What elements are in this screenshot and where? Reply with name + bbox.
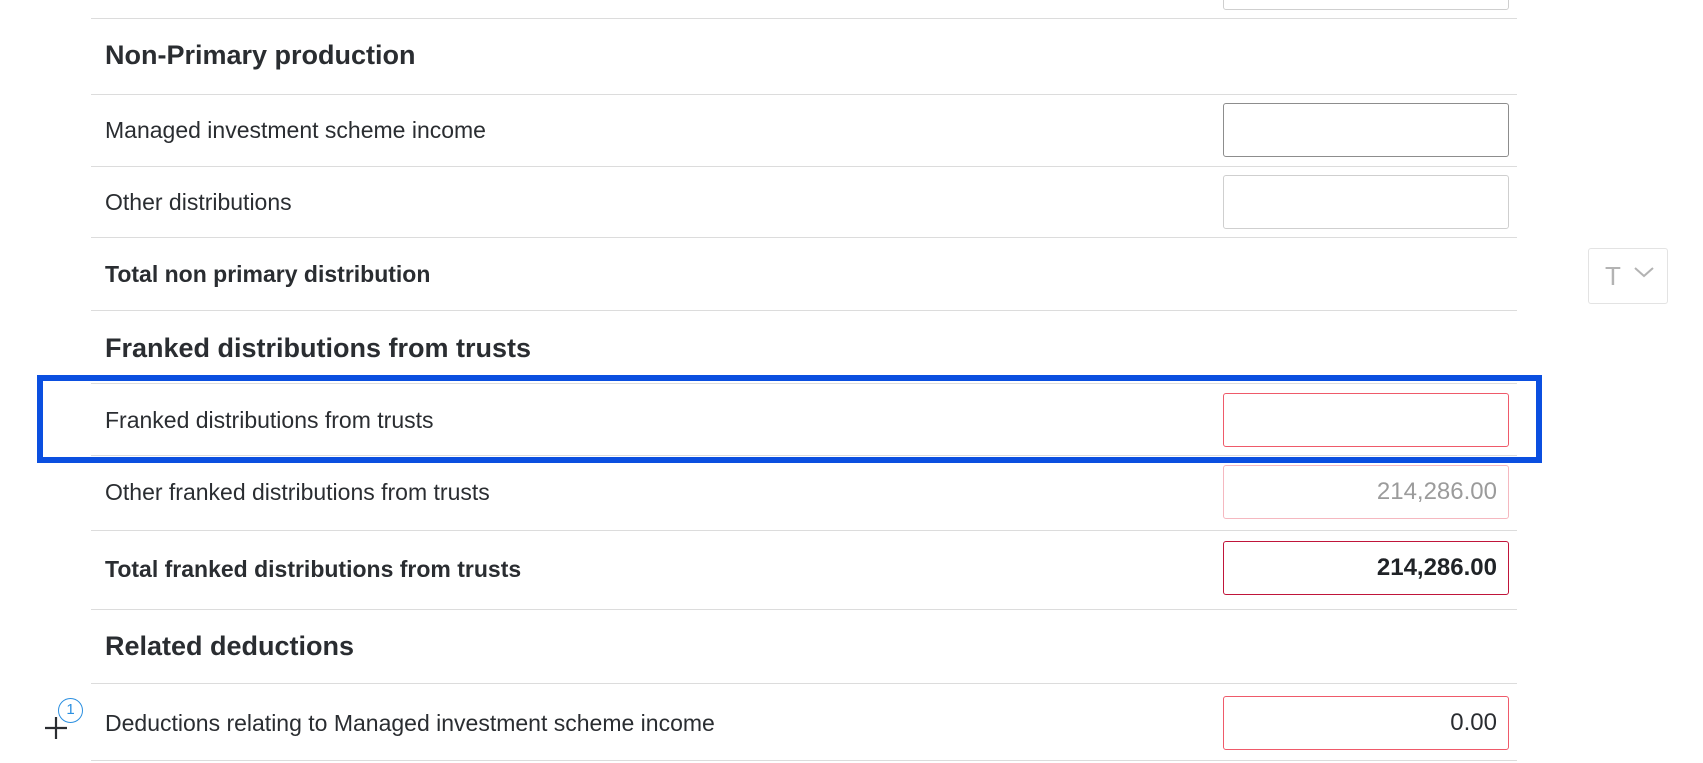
format-select-label: T (1605, 261, 1621, 291)
other-franked-distributions-input[interactable] (1223, 465, 1509, 519)
label-other-distributions: Other distributions (105, 189, 292, 215)
row-divider (91, 166, 1517, 167)
managed-investment-scheme-income-input[interactable] (1223, 103, 1509, 157)
comment-count-badge: 1 (58, 698, 83, 723)
row-divider (91, 760, 1517, 761)
add-comment-button[interactable]: 1 (40, 698, 90, 744)
label-total-non-primary-distribution: Total non primary distribution (105, 261, 431, 287)
label-other-franked-distributions: Other franked distributions from trusts (105, 479, 490, 505)
section-heading-related-deductions: Related deductions (105, 631, 355, 661)
chevron-down-icon (1634, 267, 1654, 278)
row-divider (91, 18, 1517, 19)
total-franked-distributions-value: 214,286.00 (1223, 541, 1509, 595)
section-heading-non-primary: Non-Primary production (105, 40, 416, 70)
row-divider (91, 94, 1517, 95)
other-distributions-input[interactable] (1223, 175, 1509, 229)
label-managed-investment-scheme-income: Managed investment scheme income (105, 117, 486, 143)
row-divider (91, 310, 1517, 311)
format-select[interactable]: T (1588, 248, 1668, 304)
label-deductions-managed-investment: Deductions relating to Managed investmen… (105, 710, 715, 736)
row-divider (91, 530, 1517, 531)
previous-field[interactable] (1223, 0, 1509, 10)
row-divider (91, 237, 1517, 238)
section-heading-franked: Franked distributions from trusts (105, 333, 532, 363)
highlight-box (37, 375, 1542, 463)
deductions-managed-investment-input[interactable] (1223, 696, 1509, 750)
row-divider (91, 609, 1517, 610)
label-total-franked-distributions: Total franked distributions from trusts (105, 556, 522, 582)
row-divider (91, 683, 1517, 684)
